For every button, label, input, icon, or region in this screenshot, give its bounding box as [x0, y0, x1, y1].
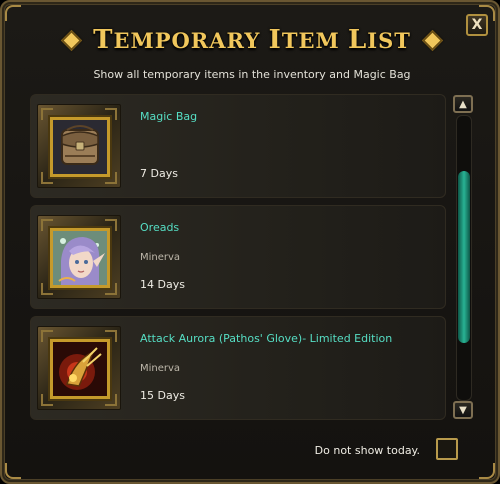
item-name: Magic Bag: [140, 110, 198, 123]
scroll-track[interactable]: [456, 115, 472, 401]
item-owner: Minerva: [140, 363, 181, 374]
item-name: Attack Aurora (Pathos' Glove)- Limited E…: [140, 332, 393, 345]
item-name: Oreads: [140, 221, 180, 234]
item-owner: Minerva: [140, 252, 181, 263]
frame-corner-ornament: [5, 463, 21, 479]
temporary-item-list-window: TEMPORARY ITEM LIST X Show all temporary…: [0, 0, 500, 484]
diamond-left-icon: [60, 29, 83, 51]
do-not-show-label: Do not show today.: [314, 444, 420, 457]
scroll-up-button[interactable]: ▲: [453, 95, 473, 113]
subtitle: Show all temporary items in the inventor…: [93, 68, 411, 81]
list-item[interactable]: Oreads Minerva 14 Days: [30, 205, 446, 309]
scroll-thumb[interactable]: [458, 171, 470, 343]
list-item[interactable]: Attack Aurora (Pathos' Glove)- Limited E…: [30, 316, 446, 420]
frame-corner-ornament: [479, 463, 495, 479]
magic-bag-icon: [48, 115, 112, 179]
window-title: TEMPORARY ITEM LIST: [93, 25, 411, 55]
list-item[interactable]: Magic Bag 7 Days: [30, 94, 446, 198]
oreads-portrait-icon: [48, 226, 112, 290]
item-icon-frame: [37, 326, 121, 410]
attack-aurora-glove-icon: [48, 337, 112, 401]
item-list: Magic Bag 7 Days Oreads Minerva 14 Days …: [30, 94, 446, 420]
do-not-show-checkbox[interactable]: [436, 438, 458, 460]
title-bar: TEMPORARY ITEM LIST: [2, 20, 500, 60]
diamond-right-icon: [421, 29, 444, 51]
scroll-down-button[interactable]: ▼: [453, 401, 473, 419]
frame-corner-ornament: [5, 5, 21, 21]
item-icon-frame: [37, 215, 121, 299]
item-days-remaining: 14 Days: [140, 278, 185, 291]
item-days-remaining: 15 Days: [140, 389, 185, 402]
list-scrollbar[interactable]: ▲ ▼: [453, 95, 473, 419]
item-days-remaining: 7 Days: [140, 167, 178, 180]
close-button[interactable]: X: [466, 14, 488, 36]
item-icon-frame: [37, 104, 121, 188]
